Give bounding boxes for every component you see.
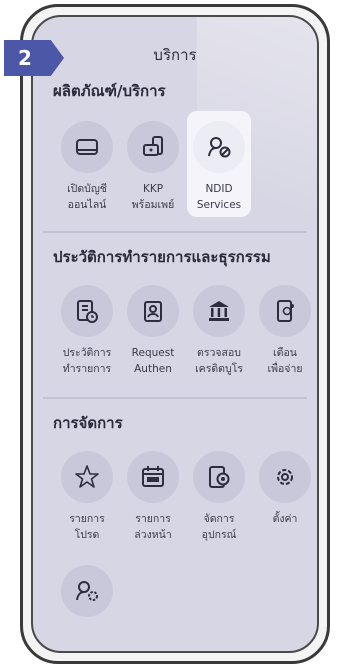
section-title-management: การจัดการ [53,414,123,432]
tile-label: รายการ โปรด [69,513,105,541]
section-divider [43,397,307,399]
star-icon [61,451,113,503]
payment-reminder-icon [259,285,311,337]
service-payment-reminder[interactable]: เตือน เพื่อจ่าย [253,275,317,381]
service-favorites[interactable]: รายการ โปรด [55,441,119,547]
tile-label: เปิดบัญชี ออนไลน์ [67,183,107,211]
settings-icon [259,451,311,503]
ndid-icon [193,121,245,173]
device-settings-icon [193,451,245,503]
tile-label: ตรวจสอบ เครดิตบูโร [195,347,243,375]
tile-label: เตือน เพื่อจ่าย [267,347,303,375]
tile-label: KKP พร้อมเพย์ [131,183,175,211]
history-icon [61,285,113,337]
service-credit-bureau[interactable]: ตรวจสอบ เครดิตบูโร [187,275,251,381]
section-divider [43,231,307,233]
app-screen: บริการ ผลิตภัณฑ์/บริการ เปิดบัญชี ออนไลน… [31,15,319,653]
service-scheduled[interactable]: รายการ ล่วงหน้า [121,441,185,547]
service-kkp-promptpay[interactable]: KKP พร้อมเพย์ [121,111,185,217]
service-request-authen[interactable]: Request Authen [121,275,185,381]
tile-label: ตั้งค่า [272,513,298,525]
service-transaction-history[interactable]: ประวัติการ ทำรายการ [55,275,119,381]
tile-label: Request Authen [131,347,175,375]
service-ndid[interactable]: NDID Services [187,111,251,217]
tile-label: จัดการ อุปกรณ์ [201,513,237,541]
calendar-icon [127,451,179,503]
section-title-products: ผลิตภัณฑ์/บริการ [53,82,166,100]
request-authen-icon [127,285,179,337]
tile-label: รายการ ล่วงหน้า [134,513,172,541]
service-device-management[interactable]: จัดการ อุปกรณ์ [187,441,251,547]
stage: บริการ ผลิตภัณฑ์/บริการ เปิดบัญชี ออนไลน… [0,0,345,672]
card-icon [61,121,113,173]
section-title-history: ประวัติการทำรายการและธุรกรรม [53,248,271,266]
tile-label: NDID Services [196,183,242,211]
phone-frame: บริการ ผลิตภัณฑ์/บริการ เปิดบัญชี ออนไลน… [20,4,330,664]
service-open-account[interactable]: เปิดบัญชี ออนไลน์ [55,111,119,217]
user-settings-icon [61,565,113,617]
page-title: บริการ [153,46,197,64]
service-user-settings[interactable] [55,555,119,651]
service-settings[interactable]: ตั้งค่า [253,441,317,547]
bank-icon [193,285,245,337]
tile-label: ประวัติการ ทำรายการ [62,347,112,375]
promptpay-icon [127,121,179,173]
